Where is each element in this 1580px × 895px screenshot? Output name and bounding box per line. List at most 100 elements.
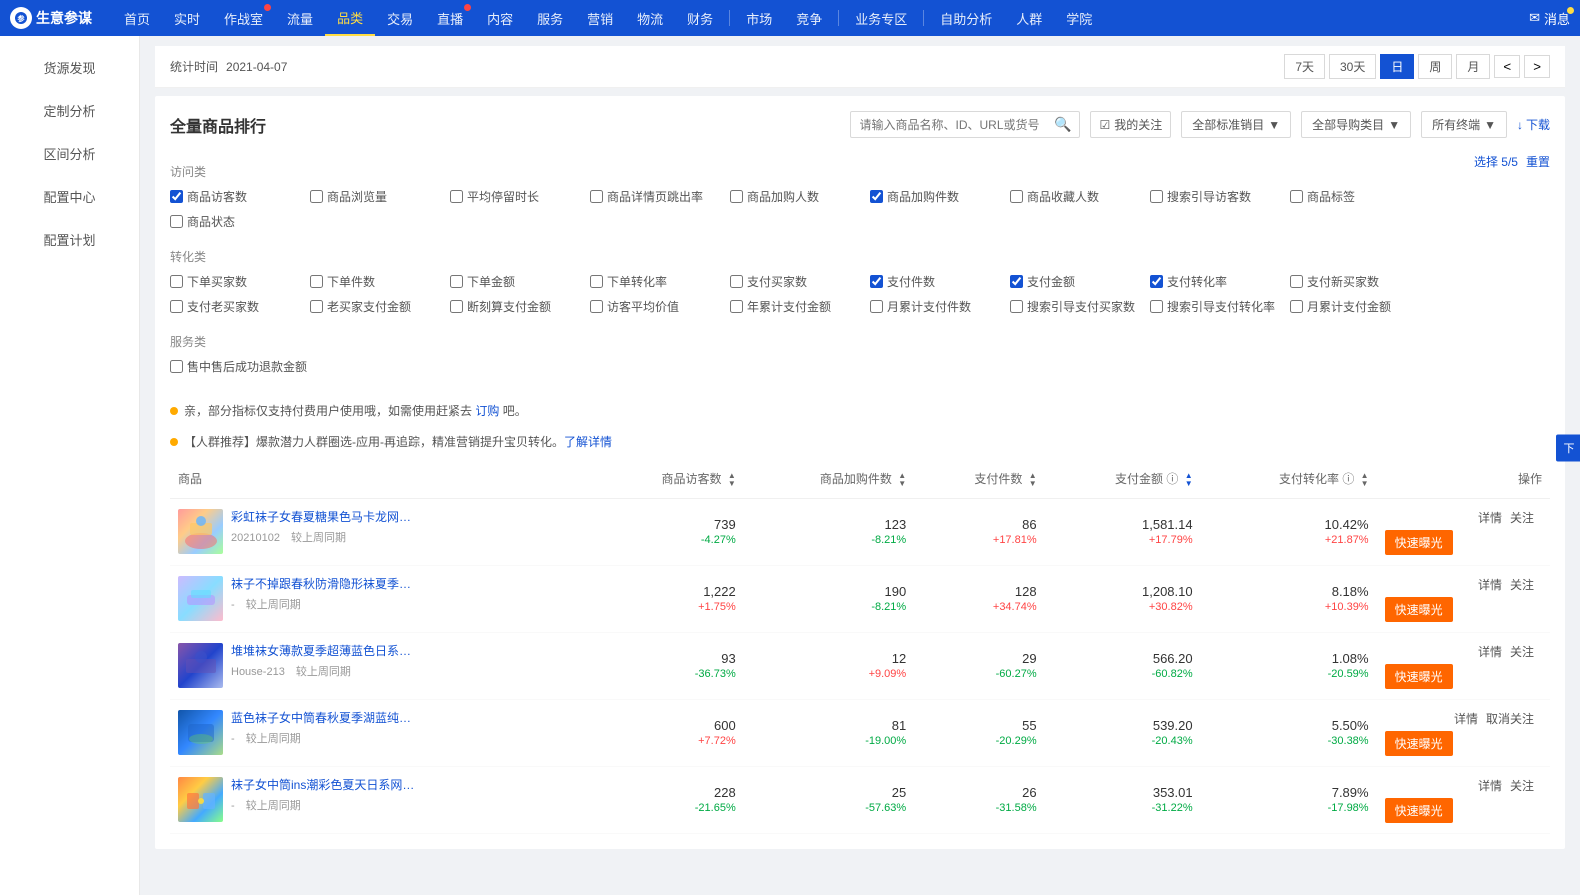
metric-refund[interactable]: 售中售后成功退款金额 bbox=[170, 358, 310, 375]
nav-service[interactable]: 服务 bbox=[525, 0, 575, 36]
time-btn-week[interactable]: 周 bbox=[1418, 54, 1452, 79]
quick-exposure-btn-2[interactable]: 快速曝光 bbox=[1385, 664, 1453, 689]
product-name-1[interactable]: 袜子不掉跟春秋防滑隐形袜夏季薄款... bbox=[231, 576, 416, 593]
learn-more-link[interactable]: 了解详情 bbox=[564, 435, 612, 449]
metric-order-buyers[interactable]: 下单买家数 bbox=[170, 273, 310, 290]
nav-bizzone[interactable]: 业务专区 bbox=[843, 0, 919, 36]
action-关注-0[interactable]: 关注 bbox=[1510, 511, 1534, 525]
addcart-cell-1: 190 -8.21% bbox=[744, 565, 914, 632]
metric-pay-buyers[interactable]: 支付买家数 bbox=[730, 273, 870, 290]
metric-tag[interactable]: 商品标签 bbox=[1290, 188, 1430, 205]
metric-search-pay-rate[interactable]: 搜索引导支付转化率 bbox=[1150, 298, 1290, 315]
nav-realtime[interactable]: 实时 bbox=[162, 0, 212, 36]
nav-live[interactable]: 直播 bbox=[425, 0, 475, 36]
action-关注-1[interactable]: 关注 bbox=[1510, 578, 1534, 592]
sidebar-item-interval[interactable]: 区间分析 bbox=[0, 132, 139, 175]
time-btn-day[interactable]: 日 bbox=[1380, 54, 1414, 79]
metric-order-qty[interactable]: 下单件数 bbox=[310, 273, 450, 290]
nav-home[interactable]: 首页 bbox=[112, 0, 162, 36]
time-btn-7d[interactable]: 7天 bbox=[1284, 54, 1325, 79]
nav-category[interactable]: 品类 bbox=[325, 0, 375, 36]
download-btn[interactable]: ↓ 下载 bbox=[1517, 116, 1550, 133]
guide-category-dropdown[interactable]: 全部导购类目 ▼ bbox=[1301, 111, 1411, 138]
nav-selfanalysis[interactable]: 自助分析 bbox=[928, 0, 1004, 36]
th-paid-amt[interactable]: 支付金额 ⓘ ▲▼ bbox=[1045, 460, 1201, 498]
nav-market[interactable]: 市场 bbox=[734, 0, 784, 36]
nav-trade[interactable]: 交易 bbox=[375, 0, 425, 36]
metric-collect[interactable]: 商品收藏人数 bbox=[1010, 188, 1150, 205]
dropdown3-label: 所有终端 bbox=[1432, 116, 1480, 133]
metric-avg-value[interactable]: 访客平均价值 bbox=[590, 298, 730, 315]
th-paid-qty[interactable]: 支付件数 ▲▼ bbox=[914, 460, 1044, 498]
action-取消关注-3[interactable]: 取消关注 bbox=[1486, 712, 1534, 726]
metric-old-buyers[interactable]: 支付老买家数 bbox=[170, 298, 310, 315]
nav-warroom[interactable]: 作战室 bbox=[212, 0, 275, 36]
sidebar-item-source[interactable]: 货源发现 bbox=[0, 46, 139, 89]
action-关注-2[interactable]: 关注 bbox=[1510, 645, 1534, 659]
th-conversion[interactable]: 支付转化率 ⓘ ▲▼ bbox=[1201, 460, 1377, 498]
my-follow-btn[interactable]: ☑ 我的关注 bbox=[1090, 111, 1171, 138]
quick-exposure-btn-4[interactable]: 快速曝光 bbox=[1385, 798, 1453, 823]
metric-month-amt[interactable]: 月累计支付金额 bbox=[1290, 298, 1430, 315]
quick-exposure-btn-3[interactable]: 快速曝光 bbox=[1385, 731, 1453, 756]
action-关注-4[interactable]: 关注 bbox=[1510, 779, 1534, 793]
subscribe-link[interactable]: 订购 bbox=[475, 404, 499, 418]
metric-order-rate[interactable]: 下单转化率 bbox=[590, 273, 730, 290]
message-btn[interactable]: ✉ 消息 bbox=[1529, 9, 1570, 28]
sidebar-item-config[interactable]: 配置中心 bbox=[0, 175, 139, 218]
product-name-4[interactable]: 袜子女中筒ins潮彩色夏天日系网红... bbox=[231, 777, 416, 794]
metric-dwell[interactable]: 平均停留时长 bbox=[450, 188, 590, 205]
th-addcart[interactable]: 商品加购件数 ▲▼ bbox=[744, 460, 914, 498]
nav-academy[interactable]: 学院 bbox=[1054, 0, 1104, 36]
nav-traffic[interactable]: 流量 bbox=[275, 0, 325, 36]
metric-addcart-person[interactable]: 商品加购人数 bbox=[730, 188, 870, 205]
metric-old-amt[interactable]: 老买家支付金额 bbox=[310, 298, 450, 315]
brand-logo[interactable]: 参 生意参谋 bbox=[10, 7, 92, 29]
nav-finance[interactable]: 财务 bbox=[675, 0, 725, 36]
metric-status[interactable]: 商品状态 bbox=[170, 213, 310, 230]
metric-year-amt[interactable]: 年累计支付金额 bbox=[730, 298, 870, 315]
action-详情-1[interactable]: 详情 bbox=[1478, 578, 1502, 592]
product-name-2[interactable]: 堆堆袜女薄款夏季超薄蓝色日系网纱... bbox=[231, 643, 416, 660]
th-visitors[interactable]: 商品访客数 ▲▼ bbox=[593, 460, 743, 498]
quick-exposure-btn-0[interactable]: 快速曝光 bbox=[1385, 530, 1453, 555]
metric-pageviews[interactable]: 商品浏览量 bbox=[310, 188, 450, 205]
metric-search-visitors[interactable]: 搜索引导访客数 bbox=[1150, 188, 1290, 205]
action-详情-0[interactable]: 详情 bbox=[1478, 511, 1502, 525]
nav-content[interactable]: 内容 bbox=[475, 0, 525, 36]
nav-competition[interactable]: 竞争 bbox=[784, 0, 834, 36]
metric-pay-qty[interactable]: 支付件数 bbox=[870, 273, 1010, 290]
metric-visitors[interactable]: 商品访客数 bbox=[170, 188, 310, 205]
metric-pay-amt[interactable]: 支付金额 bbox=[1010, 273, 1150, 290]
notice-bar-2: 【人群推荐】爆款潜力人群圈选-应用-再追踪，精准营销提升宝贝转化。了解详情 bbox=[170, 429, 1550, 454]
standard-category-dropdown[interactable]: 全部标准销目 ▼ bbox=[1181, 111, 1291, 138]
action-详情-2[interactable]: 详情 bbox=[1478, 645, 1502, 659]
nav-crowd[interactable]: 人群 bbox=[1004, 0, 1054, 36]
metric-break-amt[interactable]: 断刻算支付金额 bbox=[450, 298, 590, 315]
nav-marketing[interactable]: 营销 bbox=[575, 0, 625, 36]
scroll-hint[interactable]: 下 bbox=[1556, 434, 1580, 461]
search-input[interactable] bbox=[859, 118, 1054, 132]
metric-order-amt[interactable]: 下单金额 bbox=[450, 273, 590, 290]
product-name-3[interactable]: 蓝色袜子女中筒春秋夏季湖蓝纯色韩... bbox=[231, 710, 416, 727]
time-btn-month[interactable]: 月 bbox=[1456, 54, 1490, 79]
terminal-dropdown[interactable]: 所有终端 ▼ bbox=[1421, 111, 1507, 138]
sidebar-item-custom[interactable]: 定制分析 bbox=[0, 89, 139, 132]
time-btn-30d[interactable]: 30天 bbox=[1329, 54, 1376, 79]
metric-search-pay-buyers[interactable]: 搜索引导支付买家数 bbox=[1010, 298, 1150, 315]
time-prev-btn[interactable]: < bbox=[1494, 55, 1520, 78]
action-详情-4[interactable]: 详情 bbox=[1478, 779, 1502, 793]
time-next-btn[interactable]: > bbox=[1524, 55, 1550, 78]
action-详情-3[interactable]: 详情 bbox=[1454, 712, 1478, 726]
addcart-cell-0: 123 -8.21% bbox=[744, 498, 914, 565]
metric-pay-rate[interactable]: 支付转化率 bbox=[1150, 273, 1290, 290]
metric-new-buyers[interactable]: 支付新买家数 bbox=[1290, 273, 1430, 290]
nav-logistics[interactable]: 物流 bbox=[625, 0, 675, 36]
metric-addcart-qty[interactable]: 商品加购件数 bbox=[870, 188, 1010, 205]
product-name-0[interactable]: 彩虹袜子女春夏糖果色马卡龙网红中... bbox=[231, 509, 416, 526]
sidebar-item-plan[interactable]: 配置计划 bbox=[0, 218, 139, 261]
metric-month-qty[interactable]: 月累计支付件数 bbox=[870, 298, 1010, 315]
metric-bounce[interactable]: 商品详情页跳出率 bbox=[590, 188, 730, 205]
reset-label[interactable]: 重置 bbox=[1526, 153, 1550, 170]
quick-exposure-btn-1[interactable]: 快速曝光 bbox=[1385, 597, 1453, 622]
